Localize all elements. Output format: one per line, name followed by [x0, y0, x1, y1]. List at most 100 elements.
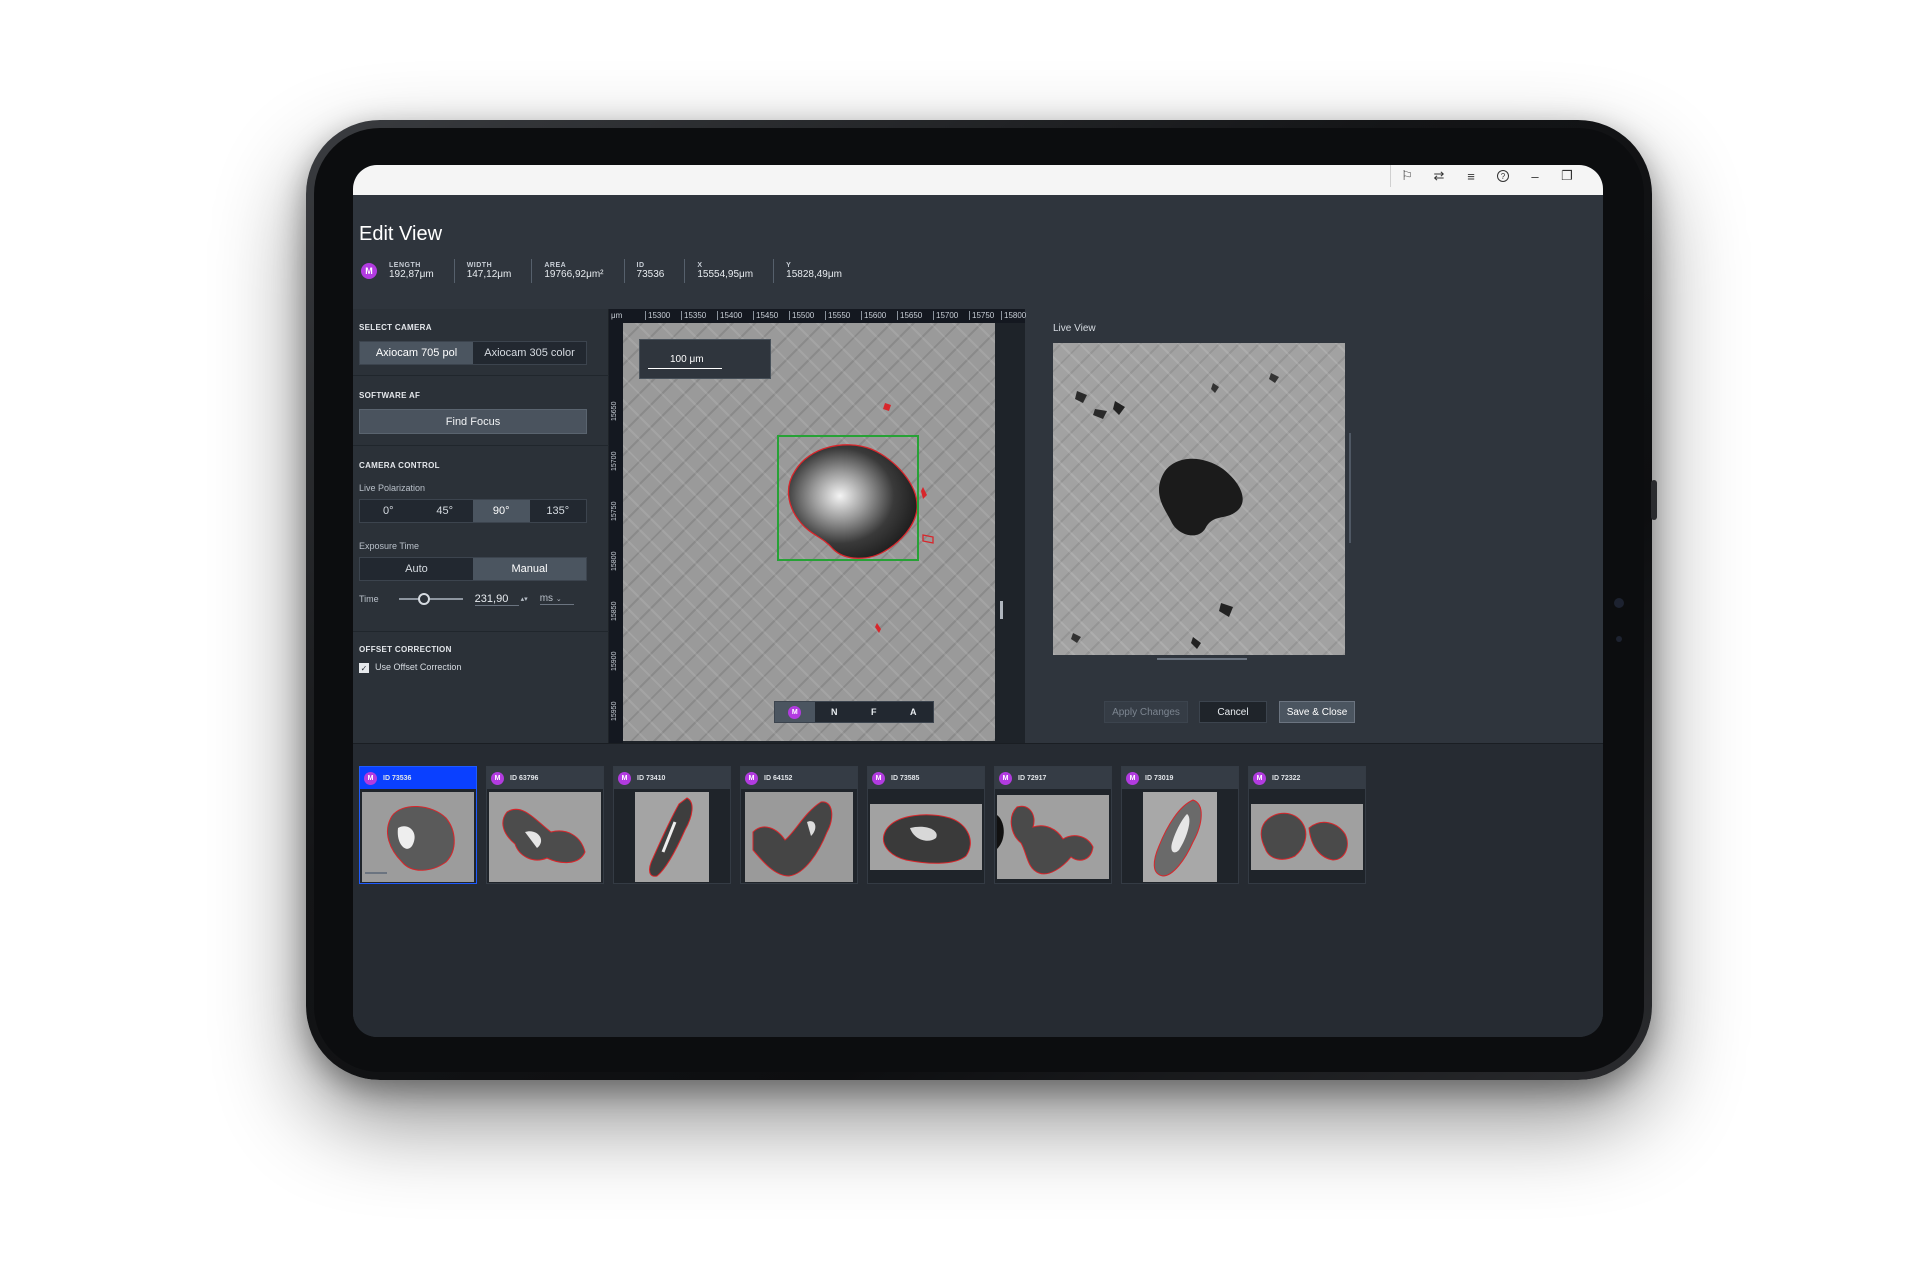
camera-option-705[interactable]: Axiocam 705 pol [360, 342, 473, 364]
scale-bar-label: 100 μm [670, 354, 704, 365]
thumbnail-id: ID 72322 [1272, 774, 1301, 782]
thumbnail-card[interactable]: M ID 63796 [486, 766, 604, 884]
live-view-vertical-scrollbar[interactable] [1349, 433, 1351, 543]
meta-value: 15828,49μm [786, 269, 842, 280]
app-screen: ⚐ ⇄ ≡ ? – ❐ Edit View M LENGTH 192,87μm … [353, 165, 1603, 1037]
particle-thumbnail-strip: M ID 73536 M ID 63796 M ID 73410 M ID 64… [353, 743, 1603, 1037]
polarization-135[interactable]: 135° [530, 500, 587, 522]
mode-tab-a[interactable]: A [894, 702, 934, 722]
thumbnail-card[interactable]: M ID 73019 [1121, 766, 1239, 884]
meta-label: LENGTH [389, 262, 421, 269]
strip-scroll-handle[interactable] [365, 872, 387, 874]
x-tick: 15450 [753, 311, 778, 320]
spinner-arrows-icon[interactable]: ▴▾ [521, 595, 528, 603]
x-tick: 15350 [681, 311, 706, 320]
thumbnail-id: ID 63796 [510, 774, 539, 782]
meta-value: 147,12μm [466, 269, 512, 280]
image-viewer[interactable]: μm 15300 15350 15400 15450 15500 15550 1… [609, 309, 1026, 771]
thumbnail-image [870, 793, 982, 881]
offset-correction-checkbox[interactable]: ✓ [359, 663, 369, 673]
thumbnail-header: M ID 72322 [1249, 767, 1365, 789]
meta-value: 192,87μm [389, 269, 434, 280]
mode-m-badge: M [788, 705, 802, 719]
flag-icon[interactable]: ⚐ [1391, 165, 1423, 187]
polarization-selector: 0° 45° 90° 135° [359, 499, 587, 523]
vertical-ruler: 15650 15700 15750 15800 15850 15900 1595… [609, 323, 623, 771]
y-tick: 15650 [611, 401, 618, 421]
thumb-badge: M [491, 771, 504, 785]
thumbnail-image [743, 792, 855, 882]
divider [353, 445, 609, 446]
thumbnail-card[interactable]: M ID 73585 [867, 766, 985, 884]
thumbnail-card[interactable]: M ID 73536 [359, 766, 477, 884]
y-tick: 15850 [611, 601, 618, 621]
x-tick: 15800 [1001, 311, 1026, 320]
microscope-image[interactable]: 100 μm [623, 323, 995, 741]
thumb-badge: M [745, 771, 758, 785]
selection-bounding-box[interactable] [777, 435, 919, 561]
thumbnail-card[interactable]: M ID 72322 [1248, 766, 1366, 884]
help-icon[interactable]: ? [1487, 165, 1519, 187]
thumbnail-image [362, 792, 474, 882]
y-tick: 15700 [611, 451, 618, 471]
meta-label: WIDTH [466, 262, 493, 269]
x-tick: 15750 [969, 311, 994, 320]
exposure-manual[interactable]: Manual [473, 558, 586, 580]
unit-value: ms [539, 593, 554, 604]
thumbnail-image [1251, 793, 1363, 881]
minimize-icon[interactable]: – [1519, 165, 1551, 187]
time-label: Time [359, 594, 379, 604]
volume-button [1651, 480, 1657, 520]
offset-correction-label: Use Offset Correction [375, 662, 462, 672]
meta-value: 15554,95μm [697, 269, 754, 280]
cancel-button[interactable]: Cancel [1199, 701, 1267, 723]
thumbnail-id: ID 64152 [764, 774, 793, 782]
x-tick: 15400 [717, 311, 742, 320]
camera-selector: Axiocam 705 pol Axiocam 305 color [359, 341, 587, 365]
x-tick: 15700 [933, 311, 958, 320]
slider-handle[interactable] [418, 593, 431, 605]
mode-tab-f[interactable]: F [854, 702, 894, 722]
divider [353, 631, 609, 632]
time-unit-select[interactable]: ms ⌄ [539, 593, 574, 605]
vertical-scrollbar[interactable] [1000, 601, 1003, 619]
exposure-auto[interactable]: Auto [360, 558, 473, 580]
restore-icon[interactable]: ❐ [1551, 165, 1583, 187]
camera-control-header: CAMERA CONTROL [359, 461, 440, 470]
thumb-badge: M [618, 771, 631, 785]
meta-x: X 15554,95μm [685, 259, 775, 283]
mode-tab-n[interactable]: N [815, 702, 855, 722]
thumb-badge: M [364, 771, 377, 785]
window-titlebar: ⚐ ⇄ ≡ ? – ❐ [353, 165, 1603, 195]
live-polarization-label: Live Polarization [359, 483, 426, 493]
find-focus-button[interactable]: Find Focus [359, 409, 587, 434]
thumbnail-card[interactable]: M ID 64152 [740, 766, 858, 884]
live-view-image[interactable] [1053, 343, 1345, 655]
particle-metadata: M LENGTH 192,87μm WIDTH 147,12μm AREA 19… [361, 257, 862, 285]
polarization-0[interactable]: 0° [360, 500, 417, 522]
thumbnail-card[interactable]: M ID 73410 [613, 766, 731, 884]
thumbnail-id: ID 72917 [1018, 774, 1047, 782]
polarization-45[interactable]: 45° [417, 500, 474, 522]
apply-changes-button[interactable]: Apply Changes [1104, 701, 1188, 723]
meta-value: 19766,92μm² [544, 269, 604, 280]
thumbnail-id: ID 73019 [1145, 774, 1174, 782]
chevron-down-icon: ⌄ [555, 596, 562, 603]
meta-area: AREA 19766,92μm² [532, 259, 625, 283]
mode-tab-m[interactable]: M [775, 702, 815, 722]
polarization-90[interactable]: 90° [473, 500, 530, 522]
thumbnail-card[interactable]: M ID 72917 [994, 766, 1112, 884]
camera-option-305[interactable]: Axiocam 305 color [473, 342, 586, 364]
menu-icon[interactable]: ≡ [1455, 165, 1487, 187]
live-view-scrollbar[interactable] [1157, 658, 1247, 660]
meta-length: LENGTH 192,87μm [377, 259, 455, 283]
x-tick: 15650 [897, 311, 922, 320]
time-value-input[interactable]: 231,90 [474, 593, 519, 606]
settings-sliders-icon[interactable]: ⇄ [1423, 165, 1455, 187]
scale-bar-line [648, 368, 722, 369]
save-close-button[interactable]: Save & Close [1279, 701, 1355, 723]
window-controls: ⚐ ⇄ ≡ ? – ❐ [1390, 165, 1583, 187]
exposure-slider[interactable] [398, 593, 463, 605]
exposure-time-row: Time 231,90 ▴▾ ms ⌄ [359, 589, 587, 609]
x-tick: 15300 [645, 311, 670, 320]
